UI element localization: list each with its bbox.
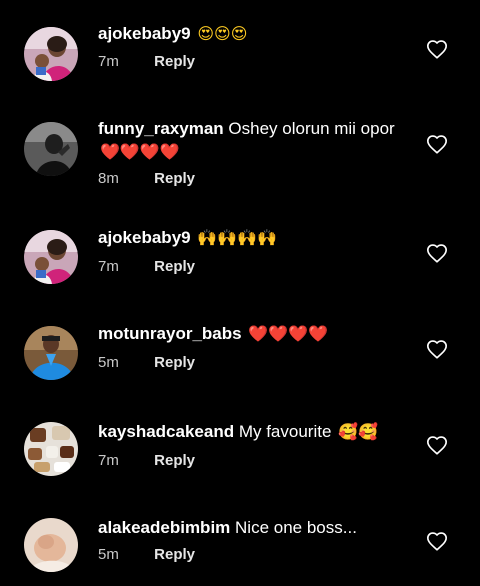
comment-time: 5m — [98, 354, 119, 371]
comment-meta: 8m Reply — [98, 170, 195, 188]
comment-time: 7m — [98, 452, 119, 469]
avatar[interactable] — [24, 518, 78, 572]
reply-button[interactable]: Reply — [154, 170, 195, 187]
reply-button[interactable]: Reply — [154, 452, 195, 469]
comment-body: Nice one boss... — [235, 518, 357, 537]
avatar[interactable] — [24, 122, 78, 176]
avatar[interactable] — [24, 230, 78, 284]
heart-outline-icon[interactable] — [426, 243, 448, 265]
reply-button[interactable]: Reply — [154, 546, 195, 563]
reply-button[interactable]: Reply — [154, 53, 195, 70]
comment-username[interactable]: funny_raxyman — [98, 119, 224, 138]
heart-outline-icon[interactable] — [426, 531, 448, 553]
comment-text-line: kayshadcakeand My favourite 🥰🥰 — [98, 421, 420, 443]
comment-time: 8m — [98, 170, 119, 187]
comment-text-line: funny_raxyman Oshey olorun mii opor — [98, 118, 420, 140]
comment-emoji: 😍😍😍 — [197, 24, 248, 43]
avatar[interactable] — [24, 27, 78, 81]
avatar[interactable] — [24, 422, 78, 476]
comment-username[interactable]: kayshadcakeand — [98, 422, 234, 441]
comment-meta: 7m Reply — [98, 53, 195, 71]
comment-emoji: ❤️❤️❤️❤️ — [100, 142, 180, 161]
comment-time: 7m — [98, 258, 119, 275]
comment-text-line: ajokebaby9 😍😍😍 — [98, 23, 420, 45]
comment-time: 7m — [98, 53, 119, 70]
heart-outline-icon[interactable] — [426, 435, 448, 457]
comment-username[interactable]: ajokebaby9 — [98, 228, 191, 247]
comment-emoji: ❤️❤️❤️❤️ — [248, 324, 329, 343]
heart-outline-icon[interactable] — [426, 134, 448, 156]
comment-username[interactable]: alakeadebimbim — [98, 518, 230, 537]
avatar[interactable] — [24, 326, 78, 380]
comment-body: My favourite — [238, 422, 332, 441]
comment-username[interactable]: ajokebaby9 — [98, 24, 191, 43]
comment-text-line: motunrayor_babs ❤️❤️❤️❤️ — [98, 323, 420, 345]
reply-button[interactable]: Reply — [154, 258, 195, 275]
reply-button[interactable]: Reply — [154, 354, 195, 371]
comment-meta: 7m Reply — [98, 258, 195, 276]
comment-emoji: 🙌🙌🙌🙌 — [197, 228, 278, 247]
comment-text-line: alakeadebimbim Nice one boss... — [98, 517, 420, 539]
comment-meta: 7m Reply — [98, 452, 195, 470]
comment-username[interactable]: motunrayor_babs — [98, 324, 242, 343]
comment-emoji: 🥰🥰 — [338, 422, 378, 441]
comment-text-continuation: ❤️❤️❤️❤️ — [98, 141, 180, 163]
heart-outline-icon[interactable] — [426, 339, 448, 361]
heart-outline-icon[interactable] — [426, 39, 448, 61]
comment-body: Oshey olorun mii opor — [228, 119, 395, 138]
comment-text-line: ajokebaby9 🙌🙌🙌🙌 — [98, 227, 420, 249]
comment-time: 5m — [98, 546, 119, 563]
comment-meta: 5m Reply — [98, 354, 195, 372]
comment-meta: 5m Reply — [98, 546, 195, 564]
